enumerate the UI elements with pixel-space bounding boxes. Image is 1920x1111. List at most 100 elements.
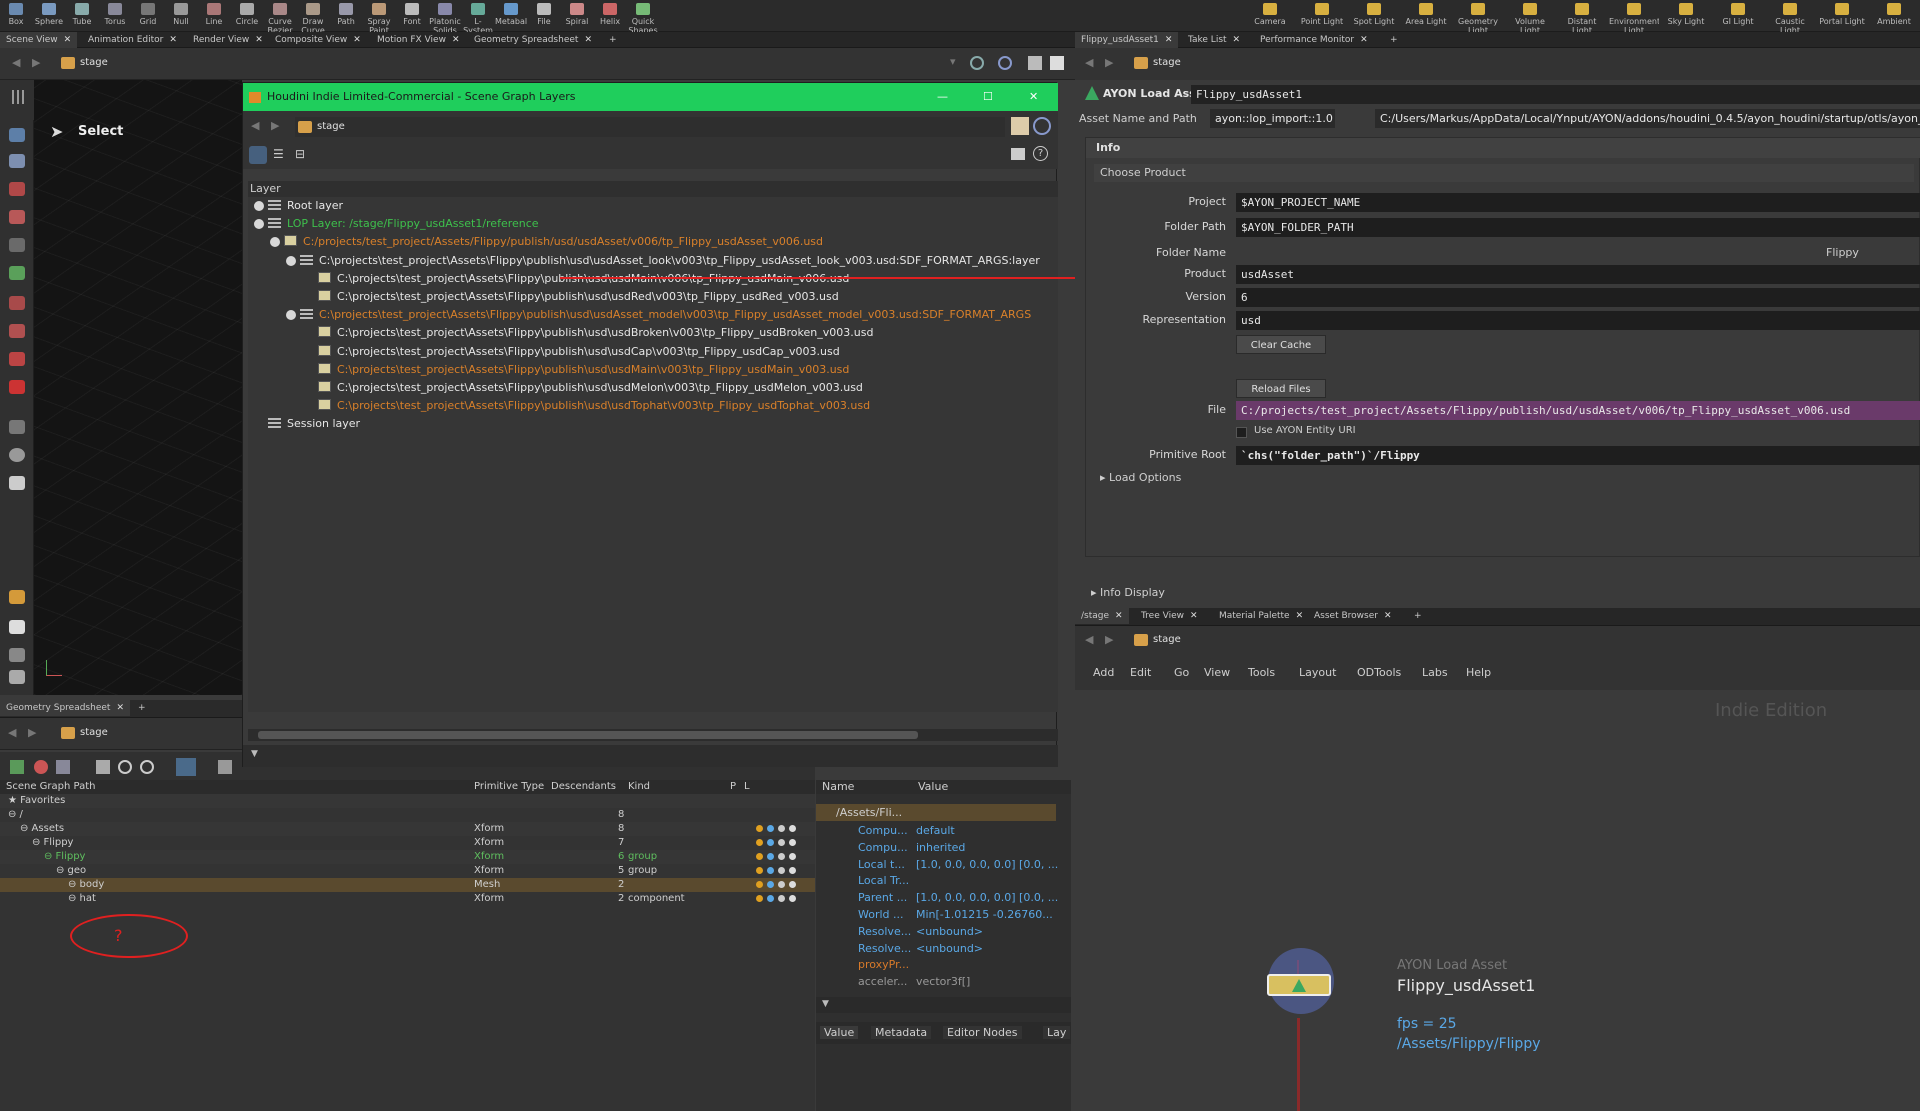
- prim-flag-icon[interactable]: [767, 881, 774, 888]
- expand-toggle-icon[interactable]: [254, 219, 264, 230]
- prim-flag-icon[interactable]: [767, 867, 774, 874]
- shelf-tool-grid[interactable]: Grid: [132, 0, 164, 32]
- menu-go[interactable]: Go: [1174, 666, 1189, 679]
- expand-icon[interactable]: [96, 760, 110, 774]
- menu-tools[interactable]: Tools: [1248, 666, 1275, 679]
- tab-tree-view[interactable]: Tree View ✕: [1135, 608, 1204, 624]
- forward-arrow-icon[interactable]: ▶: [1105, 633, 1113, 646]
- menu-edit[interactable]: Edit: [1130, 666, 1151, 679]
- shelf-tool-draw-curve[interactable]: Draw Curve: [297, 0, 329, 32]
- close-tab-icon[interactable]: ✕: [64, 35, 72, 45]
- back-arrow-icon[interactable]: ◀: [251, 119, 259, 132]
- add-tab-icon[interactable]: +: [1408, 608, 1428, 624]
- shelf-light-volume-light[interactable]: Volume Light: [1505, 0, 1555, 32]
- shelf-light-sky-light[interactable]: Sky Light: [1661, 0, 1711, 32]
- scene-graph-layers-icon[interactable]: [176, 758, 196, 776]
- render-tool-icon[interactable]: [9, 476, 25, 490]
- tree-view-icon[interactable]: ⊟: [295, 147, 305, 161]
- close-tab-icon[interactable]: ✕: [353, 35, 361, 45]
- prim-flag-icon[interactable]: [789, 895, 796, 902]
- prim-flag-icon[interactable]: [767, 839, 774, 846]
- tab-take-list[interactable]: Take List ✕: [1182, 32, 1246, 48]
- table-row[interactable]: ⊖ hat Xform 2 component: [0, 892, 815, 906]
- layer-row[interactable]: C:\projects\test_project\Assets\Flippy\p…: [318, 379, 863, 397]
- shelf-light-distant-light[interactable]: Distant Light: [1557, 0, 1607, 32]
- table-row[interactable]: ⊖ geo Xform 5 group: [0, 864, 815, 878]
- attribute-row[interactable]: acceler... vector3f[]: [816, 973, 1066, 990]
- layer-row[interactable]: C:/projects/test_project/Assets/Flippy/p…: [270, 233, 823, 251]
- close-tab-icon[interactable]: ✕: [1165, 35, 1173, 45]
- shelf-light-ambient[interactable]: Ambient: [1869, 0, 1919, 32]
- tab--stage[interactable]: /stage ✕: [1075, 608, 1129, 624]
- flipbook-icon[interactable]: [9, 590, 25, 604]
- asset-path-field[interactable]: C:/Users/Markus/AppData/Local/Ynput/AYON…: [1375, 109, 1920, 128]
- shelf-tool-sphere[interactable]: Sphere: [33, 0, 65, 32]
- pick-icon[interactable]: [218, 760, 232, 774]
- lock-camera-icon[interactable]: [9, 648, 25, 662]
- attribute-row[interactable]: Resolve... <unbound>: [816, 923, 1066, 940]
- attr-tab-editor-nodes[interactable]: Editor Nodes: [943, 1026, 1022, 1039]
- add-tab-icon[interactable]: +: [1384, 32, 1404, 48]
- shelf-tool-box[interactable]: Box: [0, 0, 32, 32]
- info-tab[interactable]: Info: [1086, 138, 1920, 158]
- filter-icon[interactable]: ▼: [822, 999, 829, 1009]
- attribute-row[interactable]: Local Tr...: [816, 872, 1066, 889]
- col-p[interactable]: P: [730, 781, 736, 792]
- magnet-alt-tool-icon[interactable]: [9, 380, 25, 394]
- prim-flag-icon[interactable]: [778, 853, 785, 860]
- close-icon[interactable]: ✕: [1029, 83, 1038, 111]
- prim-flag-icon[interactable]: [789, 867, 796, 874]
- close-tab-icon[interactable]: ✕: [584, 35, 592, 45]
- tab-render-view[interactable]: Render View ✕: [187, 32, 269, 48]
- ayon-load-asset-node[interactable]: [1267, 974, 1331, 996]
- handle-tool-icon[interactable]: [9, 296, 25, 310]
- filter-icon[interactable]: ▼: [251, 749, 258, 759]
- shelf-tool-platonic-solids[interactable]: Platonic Solids: [429, 0, 461, 32]
- shelf-tool-helix[interactable]: Helix: [594, 0, 626, 32]
- attr-tab-metadata[interactable]: Metadata: [871, 1026, 932, 1039]
- back-arrow-icon[interactable]: ◀: [12, 56, 20, 69]
- primitive-root-field[interactable]: `chs("folder_path")`/Flippy: [1236, 446, 1920, 465]
- prim-flag-icon[interactable]: [756, 881, 763, 888]
- col-primitive-type[interactable]: Primitive Type: [474, 781, 544, 792]
- clear-cache-button[interactable]: Clear Cache: [1236, 335, 1326, 354]
- shelf-tool-l-system[interactable]: L-System: [462, 0, 494, 32]
- expand-toggle-icon[interactable]: [270, 237, 280, 248]
- attribute-prim-path[interactable]: /Assets/Fli...: [816, 804, 1056, 821]
- attr-tab-value[interactable]: Value: [820, 1026, 859, 1039]
- display-icon[interactable]: [1028, 56, 1042, 70]
- attribute-row[interactable]: Resolve... <unbound>: [816, 940, 1066, 957]
- menu-labs[interactable]: Labs: [1422, 666, 1448, 679]
- col-l[interactable]: L: [744, 781, 750, 792]
- light-tool-icon[interactable]: [9, 420, 25, 434]
- grid-icon[interactable]: [12, 90, 26, 104]
- menu-layout[interactable]: Layout: [1299, 666, 1336, 679]
- horizontal-scrollbar[interactable]: [248, 729, 1058, 741]
- info-icon[interactable]: [118, 760, 132, 774]
- shelf-tool-spray-paint[interactable]: Spray Paint: [363, 0, 395, 32]
- scale-tool-icon[interactable]: [9, 266, 25, 280]
- shelf-light-camera[interactable]: Camera: [1245, 0, 1295, 32]
- close-tab-icon[interactable]: ✕: [452, 35, 460, 45]
- shelf-light-geometry-light[interactable]: Geometry Light: [1453, 0, 1503, 32]
- minimize-icon[interactable]: —: [937, 83, 948, 111]
- back-arrow-icon[interactable]: ◀: [1085, 633, 1093, 646]
- stage-path-chip[interactable]: stage: [58, 54, 108, 72]
- representation-field[interactable]: usd: [1236, 311, 1920, 330]
- prim-flag-icon[interactable]: [789, 881, 796, 888]
- view-tool-icon[interactable]: [9, 182, 25, 196]
- reload-files-button[interactable]: Reload Files: [1236, 379, 1326, 398]
- tab-composite-view[interactable]: Composite View ✕: [269, 32, 367, 48]
- shelf-tool-path[interactable]: Path: [330, 0, 362, 32]
- col-descendants[interactable]: Descendants: [551, 781, 616, 792]
- add-tab-icon[interactable]: +: [132, 700, 152, 716]
- forward-arrow-icon[interactable]: ▶: [271, 119, 279, 132]
- layer-row[interactable]: C:\projects\test_project\Assets\Flippy\p…: [318, 397, 870, 415]
- prim-flag-icon[interactable]: [778, 895, 785, 902]
- shelf-tool-null[interactable]: Null: [165, 0, 197, 32]
- project-field[interactable]: $AYON_PROJECT_NAME: [1236, 193, 1920, 212]
- prim-flag-icon[interactable]: [756, 867, 763, 874]
- prim-flag-icon[interactable]: [778, 839, 785, 846]
- attribute-row[interactable]: Parent ... [1.0, 0.0, 0.0, 0.0] [0.0, ...: [816, 889, 1066, 906]
- display-options-icon[interactable]: [9, 670, 25, 684]
